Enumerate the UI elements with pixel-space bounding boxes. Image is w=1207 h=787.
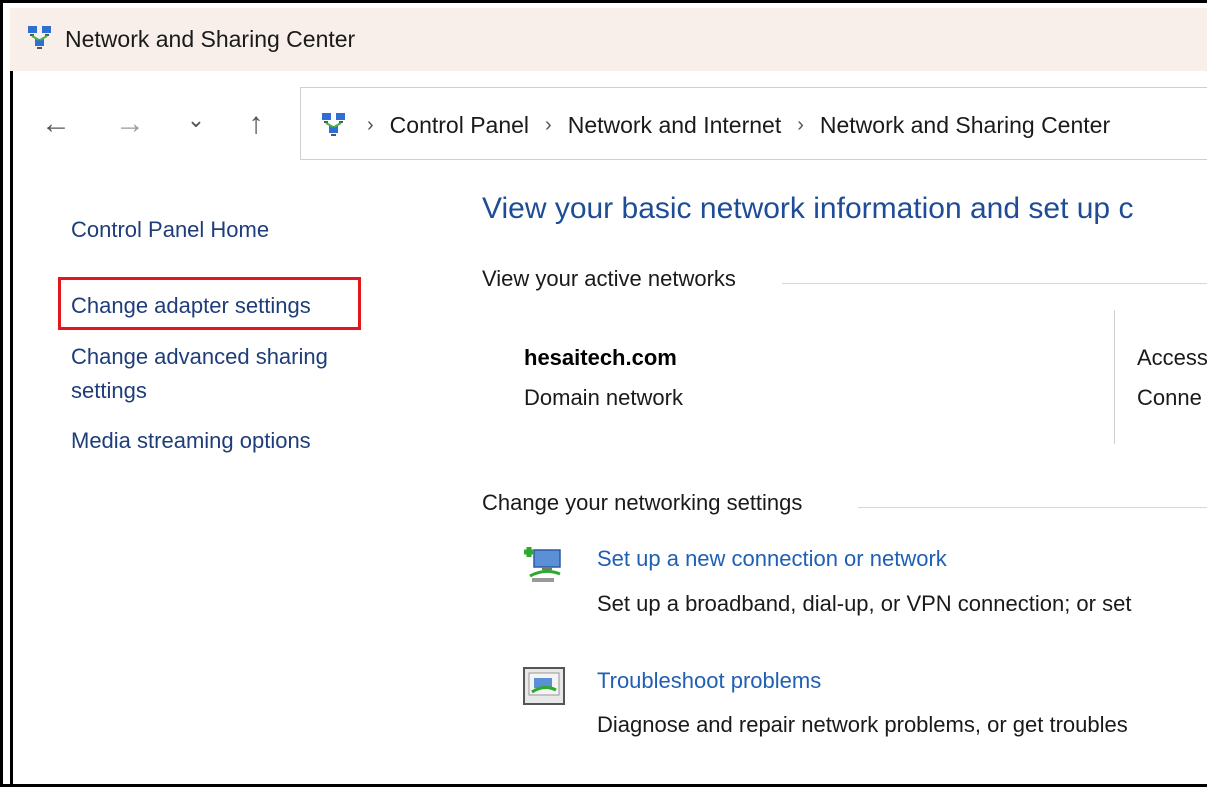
breadcrumb-network-and-internet[interactable]: Network and Internet bbox=[568, 112, 782, 139]
network-column-divider bbox=[1114, 310, 1115, 444]
troubleshoot-problems-description: Diagnose and repair network problems, or… bbox=[597, 712, 1128, 737]
new-connection-icon bbox=[524, 547, 561, 582]
back-button[interactable]: ← bbox=[36, 104, 76, 144]
sidebar-item-media-streaming-options[interactable]: Media streaming options bbox=[71, 424, 311, 458]
breadcrumb-separator-icon[interactable]: › bbox=[545, 114, 552, 137]
sidebar-item-label-line: settings bbox=[71, 378, 147, 403]
breadcrumb-network-and-sharing-center[interactable]: Network and Sharing Center bbox=[820, 112, 1110, 139]
breadcrumb: › Control Panel › Network and Internet ›… bbox=[367, 112, 1126, 139]
sidebar-item-change-adapter-settings[interactable]: Change adapter settings bbox=[71, 289, 311, 323]
setup-new-connection-link[interactable]: Set up a new connection or network bbox=[597, 546, 947, 572]
chevron-down-icon: ⌄ bbox=[186, 107, 206, 132]
network-name: hesaitech.com bbox=[524, 345, 677, 370]
breadcrumb-separator-icon[interactable]: › bbox=[367, 114, 374, 137]
forward-button[interactable]: → bbox=[110, 104, 150, 144]
troubleshoot-icon bbox=[523, 667, 565, 705]
window-left-border bbox=[10, 71, 13, 787]
title-bar: Network and Sharing Center bbox=[10, 8, 1207, 71]
recent-locations-button[interactable]: ⌄ bbox=[176, 100, 216, 140]
network-sharing-icon bbox=[28, 26, 51, 49]
section-divider bbox=[782, 283, 1207, 284]
networking-settings-heading: Change your networking settings bbox=[482, 490, 803, 515]
page-title: View your basic network information and … bbox=[482, 192, 1134, 225]
network-category[interactable]: Domain network bbox=[524, 385, 683, 411]
sidebar-item-change-advanced-sharing-settings[interactable]: Change advanced sharing settings bbox=[71, 340, 328, 408]
breadcrumb-separator-icon[interactable]: › bbox=[797, 114, 804, 137]
up-button[interactable]: ↑ bbox=[236, 104, 276, 144]
active-networks-heading: View your active networks bbox=[482, 266, 736, 291]
sidebar-item-label-line: Change advanced sharing bbox=[71, 344, 328, 369]
window-title: Network and Sharing Center bbox=[65, 26, 356, 52]
section-divider bbox=[858, 507, 1207, 508]
troubleshoot-problems-link[interactable]: Troubleshoot problems bbox=[597, 668, 821, 694]
arrow-left-icon: ← bbox=[41, 107, 71, 140]
network-sharing-icon bbox=[322, 113, 345, 136]
breadcrumb-control-panel[interactable]: Control Panel bbox=[390, 112, 529, 139]
setup-new-connection-description: Set up a broadband, dial-up, or VPN conn… bbox=[597, 591, 1132, 616]
arrow-up-icon: ↑ bbox=[248, 107, 264, 140]
address-bar[interactable]: › Control Panel › Network and Internet ›… bbox=[300, 87, 1207, 160]
connections-label: Conne bbox=[1137, 385, 1202, 410]
sidebar-item-control-panel-home[interactable]: Control Panel Home bbox=[71, 213, 269, 247]
arrow-right-icon: → bbox=[115, 107, 145, 140]
access-type-label: Access bbox=[1137, 345, 1207, 370]
